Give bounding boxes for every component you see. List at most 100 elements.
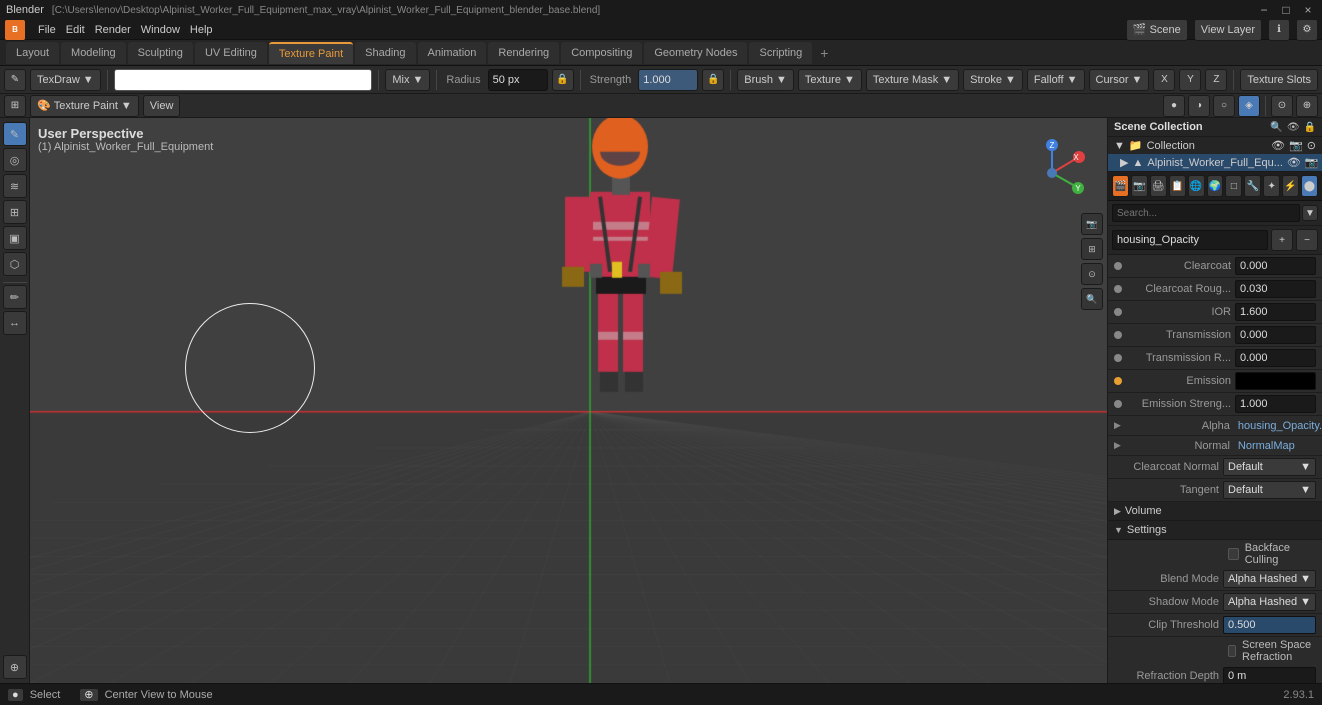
clone-tool[interactable]: ⊞	[3, 200, 27, 224]
clearcoat-normal-dropdown[interactable]: Default ▼	[1223, 458, 1316, 476]
texture-dropdown[interactable]: Texture ▼	[798, 69, 862, 91]
annotate-tool[interactable]: ✏	[3, 285, 27, 309]
menu-edit[interactable]: Edit	[66, 24, 85, 36]
settings-section-header[interactable]: ▼ Settings	[1108, 521, 1322, 540]
radius-input[interactable]: 50 px	[488, 69, 548, 91]
output-props-icon[interactable]: 🖨	[1150, 175, 1167, 197]
strength-lock-icon[interactable]: 🔒	[702, 69, 724, 91]
tab-uv-editing[interactable]: UV Editing	[195, 42, 267, 64]
eye-icon[interactable]: 👁	[1287, 122, 1300, 133]
physics-icon[interactable]: ⚡	[1282, 175, 1299, 197]
tab-shading[interactable]: Shading	[355, 42, 415, 64]
viewport-shading-material[interactable]: ◑	[1188, 95, 1210, 117]
tab-sculpting[interactable]: Sculpting	[128, 42, 193, 64]
world-props-icon[interactable]: 🌍	[1207, 175, 1224, 197]
tab-animation[interactable]: Animation	[418, 42, 487, 64]
info-icon[interactable]: ℹ	[1268, 19, 1290, 41]
tangent-dropdown[interactable]: Default ▼	[1223, 481, 1316, 499]
tab-layout[interactable]: Layout	[6, 42, 59, 64]
emission-strength-value[interactable]: 1.000	[1235, 395, 1316, 413]
scene-props-icon[interactable]: 🎬	[1112, 175, 1129, 197]
radius-lock-icon[interactable]: 🔒	[552, 69, 574, 91]
mask-tool[interactable]: ⬡	[3, 252, 27, 276]
add-material-btn[interactable]: +	[1271, 229, 1293, 251]
clearcoat-value[interactable]: 0.000	[1235, 257, 1316, 275]
view-layer-props-icon[interactable]: 📋	[1169, 175, 1186, 197]
tab-compositing[interactable]: Compositing	[561, 42, 642, 64]
normal-value[interactable]: NormalMap	[1234, 440, 1316, 452]
menu-render[interactable]: Render	[95, 24, 131, 36]
viewport-shading-texture[interactable]: ◈	[1238, 95, 1260, 117]
texture-paint-mode[interactable]: 🎨 Texture Paint ▼	[30, 95, 139, 117]
menu-help[interactable]: Help	[190, 24, 213, 36]
transmission-dot[interactable]	[1114, 331, 1122, 339]
brush-dropdown[interactable]: Brush ▼	[737, 69, 794, 91]
volume-section-header[interactable]: ▶ Volume	[1108, 502, 1322, 521]
refraction-depth-value[interactable]: 0 m	[1223, 667, 1316, 683]
object-props-icon[interactable]: □	[1225, 175, 1242, 197]
perspective-ortho-btn[interactable]: ⊞	[1081, 238, 1103, 260]
filter-icon[interactable]: ▼	[1302, 205, 1318, 221]
tab-geometry-nodes[interactable]: Geometry Nodes	[644, 42, 747, 64]
maximize-button[interactable]: □	[1278, 2, 1294, 18]
camera-icon[interactable]: 📷	[1305, 156, 1319, 169]
ssr-checkbox[interactable]	[1228, 645, 1236, 657]
close-button[interactable]: ×	[1300, 2, 1316, 18]
viewlayer-selector[interactable]: View Layer	[1194, 19, 1262, 41]
menu-window[interactable]: Window	[141, 24, 180, 36]
soften-tool[interactable]: ◎	[3, 148, 27, 172]
transmission-value[interactable]: 0.000	[1235, 326, 1316, 344]
blender-logo-icon[interactable]: B	[4, 19, 26, 41]
stroke-dropdown[interactable]: Stroke ▼	[963, 69, 1023, 91]
viewport-shading-solid[interactable]: ●	[1163, 95, 1185, 117]
z-axis-btn[interactable]: Z	[1205, 69, 1227, 91]
scene-selector[interactable]: 🎬 Scene	[1126, 19, 1188, 41]
clearcoat-roughness-dot[interactable]	[1114, 285, 1122, 293]
camera-icon[interactable]: 📷	[1289, 139, 1303, 152]
menu-file[interactable]: File	[38, 24, 56, 36]
transmission-roughness-value[interactable]: 0.000	[1235, 349, 1316, 367]
texture-mask-dropdown[interactable]: Texture Mask ▼	[866, 69, 959, 91]
emission-strength-dot[interactable]	[1114, 400, 1122, 408]
modifier-props-icon[interactable]: 🔧	[1244, 175, 1261, 197]
viewport-shading-rendered[interactable]: ○	[1213, 95, 1235, 117]
tab-rendering[interactable]: Rendering	[488, 42, 559, 64]
falloff-dropdown[interactable]: Falloff ▼	[1027, 69, 1085, 91]
local-global-btn[interactable]: ⊙	[1081, 263, 1103, 285]
ior-value[interactable]: 1.600	[1235, 303, 1316, 321]
cursor-dropdown[interactable]: Cursor ▼	[1089, 69, 1150, 91]
x-axis-btn[interactable]: X	[1153, 69, 1175, 91]
object-row[interactable]: ▶ ▲ Alpinist_Worker_Full_Equ... 👁 📷 ⊙	[1108, 154, 1322, 171]
restrict-icon[interactable]: 🔒	[1304, 122, 1316, 133]
remove-material-btn[interactable]: −	[1296, 229, 1318, 251]
backface-culling-checkbox[interactable]	[1228, 548, 1239, 560]
camera-view-btn[interactable]: 📷	[1081, 213, 1103, 235]
fill-tool[interactable]: ▣	[3, 226, 27, 250]
emission-dot[interactable]	[1114, 377, 1122, 385]
smear-tool[interactable]: ≋	[3, 174, 27, 198]
tab-modeling[interactable]: Modeling	[61, 42, 126, 64]
add-workspace-button[interactable]: +	[814, 45, 834, 61]
particles-icon[interactable]: ✦	[1263, 175, 1280, 197]
clearcoat-dot[interactable]	[1114, 262, 1122, 270]
zoom-btn[interactable]: 🔍	[1081, 288, 1103, 310]
draw-brush-tool[interactable]: ✎	[3, 122, 27, 146]
render-props-icon[interactable]: 📷	[1131, 175, 1148, 197]
texdraw-dropdown[interactable]: TexDraw ▼	[30, 69, 101, 91]
material-props-icon[interactable]: ⬤	[1301, 175, 1318, 197]
blend-mode-dropdown[interactable]: Mix ▼	[385, 69, 430, 91]
ior-dot[interactable]	[1114, 308, 1122, 316]
view-menu[interactable]: View	[143, 95, 181, 117]
3d-viewport[interactable]: User Perspective (1) Alpinist_Worker_Ful…	[30, 118, 1107, 683]
tab-texture-paint[interactable]: Texture Paint	[269, 42, 353, 64]
color-swatch[interactable]	[114, 69, 373, 91]
minimize-button[interactable]: −	[1256, 2, 1272, 18]
texture-slots-btn[interactable]: Texture Slots	[1240, 69, 1318, 91]
gizmo-btn[interactable]: ⊕	[1296, 95, 1318, 117]
preferences-icon[interactable]: ⚙	[1296, 19, 1318, 41]
clearcoat-roughness-value[interactable]: 0.030	[1235, 280, 1316, 298]
viewport-icon1[interactable]: ⊞	[4, 95, 26, 117]
scene-props-icon2[interactable]: 🌐	[1188, 175, 1205, 197]
draw-tool-button[interactable]: ✎	[4, 69, 26, 91]
y-axis-btn[interactable]: Y	[1179, 69, 1201, 91]
